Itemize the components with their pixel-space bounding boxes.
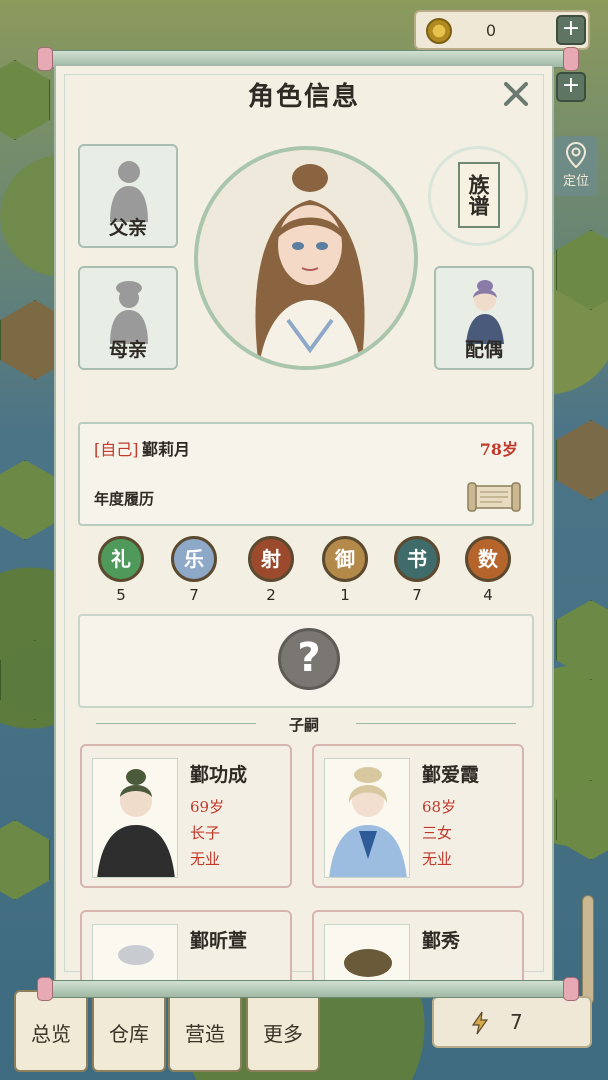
child-portrait [324,924,410,980]
energy-counter: 7 [432,996,592,1048]
nav-build[interactable]: 营造 [168,990,242,1072]
skill-yu-value: 1 [340,586,350,604]
child-rank: 长子 [190,824,221,842]
location-pin-icon [565,142,587,168]
dialog-title: 角色信息 [247,82,360,112]
mother-label: 母亲 [108,339,147,361]
skill-yue-badge: 乐 [171,536,217,582]
skill-li[interactable]: 礼 5 [96,536,146,604]
child-portrait-image [118,945,154,965]
map-tile [556,420,608,500]
rod-cap [37,977,53,1001]
rod-cap [563,47,579,71]
skill-shu-math-value: 4 [483,586,493,604]
coin-value: 0 [485,21,497,40]
nav-overview[interactable]: 总览 [14,990,88,1072]
child-occupation: 无业 [422,850,453,868]
energy-value: 7 [510,1010,523,1034]
child-portrait [92,924,178,980]
nav-label: 仓库 [109,1022,149,1046]
child-portrait-image [329,767,407,877]
skill-yu-badge: 御 [322,536,368,582]
self-info-panel: [自己] 鄞莉月 78岁 年度履历 [78,422,534,526]
nav-label: 营造 [185,1022,225,1046]
skill-li-badge: 礼 [98,536,144,582]
map-tile [556,780,608,860]
child-name: 鄞秀 [422,930,461,952]
close-icon[interactable] [500,78,532,110]
rod-cap [37,47,53,71]
child-portrait-image [97,769,175,877]
skill-shu-badge: 书 [394,536,440,582]
add-coins-button[interactable]: + [556,15,586,45]
child-name: 鄞爱霞 [422,764,480,786]
mother-card[interactable]: 母亲 [78,266,178,370]
child-card[interactable]: 鄞昕萱 [80,910,292,980]
spouse-label: 配偶 [464,339,503,361]
child-card[interactable]: 鄞爱霞 68岁 三女 无业 [312,744,524,888]
child-card[interactable]: 鄞秀 [312,910,524,980]
map-tile [556,230,608,310]
child-name: 鄞功成 [190,764,248,786]
genealogy-button[interactable]: 族谱 [458,162,500,228]
map-tile [0,820,50,900]
children-title: 子嗣 [288,716,319,734]
child-rank: 三女 [422,824,453,842]
spouse-card[interactable]: 配偶 [434,266,534,370]
map-tile [556,600,608,680]
skill-yue-value: 7 [189,586,199,604]
character-portrait-image [255,164,365,366]
scroll-rod [582,895,594,1005]
skill-she[interactable]: 射 2 [246,536,296,604]
coin-counter: 0 + [414,10,590,50]
skill-yue[interactable]: 乐 7 [169,536,219,604]
father-card[interactable]: 父亲 [78,144,178,248]
skill-she-value: 2 [266,586,276,604]
locate-label: 定位 [562,174,589,189]
child-portrait [324,758,410,878]
coin-icon [426,18,452,44]
skill-shu[interactable]: 书 7 [392,536,442,604]
child-card[interactable]: 鄞功成 69岁 长子 无业 [80,744,292,888]
character-info-dialog: 角色信息 父亲 母亲 族谱 配偶 [自己] 鄞莉月 78岁 年度履历 礼 5 乐… [54,64,554,982]
self-name: 鄞莉月 [142,440,191,459]
child-name: 鄞昕萱 [190,930,248,952]
skill-shu-math[interactable]: 数 4 [463,536,513,604]
nav-label: 更多 [263,1022,303,1046]
locate-button[interactable]: 定位 [554,136,598,196]
character-portrait [194,146,418,370]
self-tag: [自己] [94,440,139,459]
map-tile [0,60,50,140]
mystery-panel: ? [78,614,534,708]
question-button[interactable]: ? [278,628,340,690]
skill-she-badge: 射 [248,536,294,582]
nav-warehouse[interactable]: 仓库 [92,990,166,1072]
yearly-record-label: 年度履历 [94,490,155,508]
self-age: 78岁 [479,440,518,459]
lightning-icon [471,1011,489,1035]
nav-more[interactable]: 更多 [246,990,320,1072]
divider-right [356,723,516,724]
child-age: 69岁 [190,798,225,816]
skill-shu-value: 7 [412,586,422,604]
child-age: 68岁 [422,798,457,816]
skill-shu-math-badge: 数 [465,536,511,582]
child-occupation: 无业 [190,850,221,868]
skill-yu[interactable]: 御 1 [320,536,370,604]
map-tile [0,460,60,540]
skill-li-value: 5 [116,586,126,604]
father-label: 父亲 [108,217,147,239]
add-resource-button[interactable]: + [556,72,586,102]
child-portrait [92,758,178,878]
yearly-record-scroll-icon[interactable] [466,480,522,514]
nav-label: 总览 [31,1022,71,1046]
child-portrait-image [344,949,392,977]
scroll-bottom-rod [37,977,579,1001]
rod-cap [563,977,579,1001]
